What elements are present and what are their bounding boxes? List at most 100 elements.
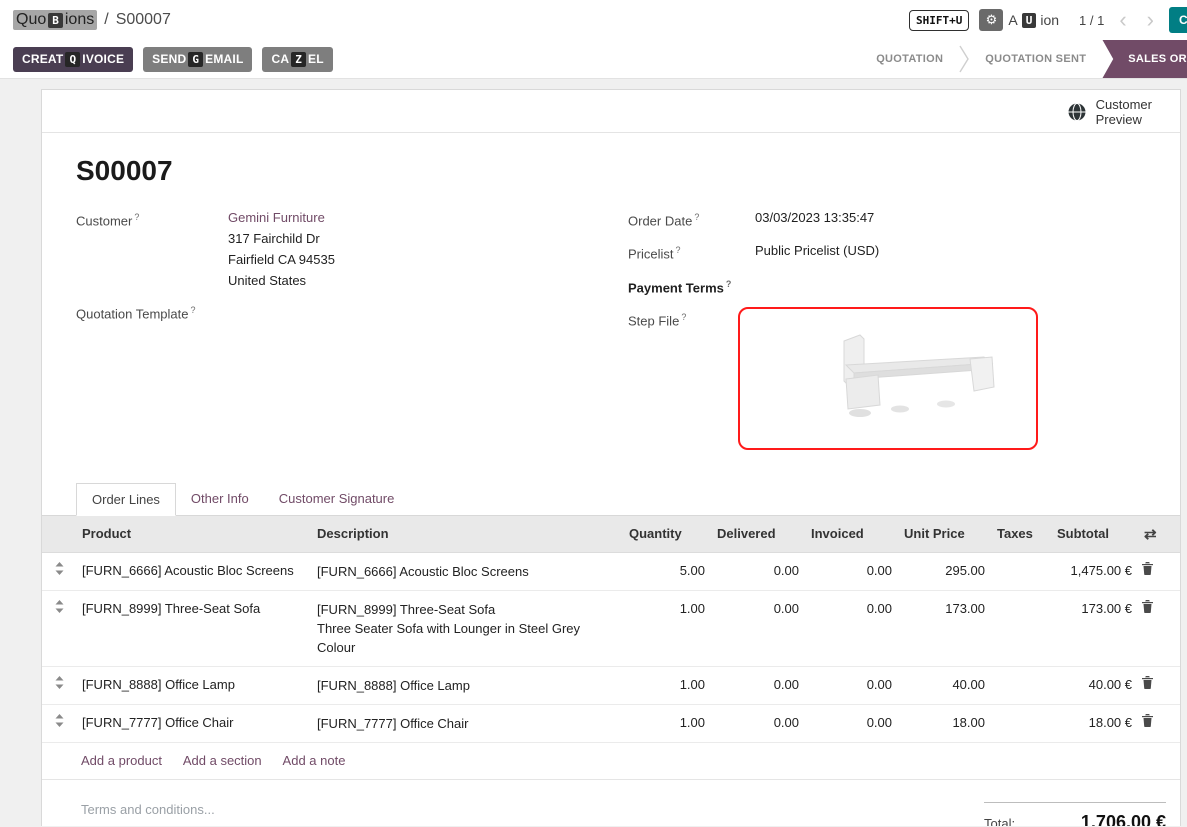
total-value: 1,706.00 € <box>1081 812 1166 826</box>
customer-link[interactable]: Gemini Furniture <box>228 210 325 225</box>
optional-columns-icon[interactable]: ⇄ <box>1144 526 1157 543</box>
help-icon: ? <box>134 212 139 222</box>
order-date-value[interactable]: 03/03/2023 13:35:47 <box>755 207 874 228</box>
payment-terms-label: Payment Terms? <box>628 274 755 298</box>
description-cell[interactable]: [FURN_7777] Office Chair <box>311 704 623 742</box>
drag-handle-icon[interactable] <box>55 600 64 613</box>
field-column-right: Order Date? 03/03/2023 13:35:47 Pricelis… <box>611 207 1146 459</box>
help-icon: ? <box>676 245 681 255</box>
quantity-cell[interactable]: 5.00 <box>623 552 711 590</box>
unit-price-cell[interactable]: 18.00 <box>898 704 991 742</box>
delete-row-icon[interactable] <box>1142 676 1153 689</box>
delivered-cell[interactable]: 0.00 <box>711 704 805 742</box>
accesskey-badge-quotations: B <box>48 13 63 28</box>
status-step-sales-order[interactable]: SALES ORDER <box>1102 40 1187 79</box>
top-bar: Quo B ions / S00007 SHIFT+U ⚙ A U ion 1 … <box>0 0 1187 40</box>
tab-order-lines[interactable]: Order Lines <box>76 483 176 516</box>
accesskey-badge-cancel: Z <box>291 52 306 67</box>
col-header-description: Description <box>311 516 623 553</box>
order-line-row: [FURN_6666] Acoustic Bloc Screens [FURN_… <box>42 552 1181 590</box>
status-step-quotation-sent[interactable]: QUOTATION SENT <box>969 40 1102 79</box>
action-menu-button[interactable]: ⚙ A U ion <box>979 9 1059 31</box>
invoiced-cell[interactable]: 0.00 <box>805 552 898 590</box>
drag-handle-icon[interactable] <box>55 562 64 575</box>
delete-row-icon[interactable] <box>1142 600 1153 613</box>
terms-placeholder[interactable]: Terms and conditions... <box>81 802 215 817</box>
send-email-button[interactable]: SENDGEMAIL <box>143 47 252 72</box>
pricelist-value[interactable]: Public Pricelist (USD) <box>755 240 879 261</box>
col-header-delivered: Delivered <box>711 516 805 553</box>
create-invoice-button[interactable]: CREATQIVOICE <box>13 47 133 72</box>
taxes-cell[interactable] <box>991 552 1051 590</box>
product-cell[interactable]: [FURN_6666] Acoustic Bloc Screens <box>76 552 311 590</box>
delivered-cell[interactable]: 0.00 <box>711 552 805 590</box>
col-header-subtotal: Subtotal <box>1051 516 1138 553</box>
subtotal-cell: 40.00 € <box>1051 666 1138 704</box>
breadcrumb: Quo B ions / S00007 <box>13 10 171 30</box>
cancel-text: CA <box>271 52 289 66</box>
description-cell[interactable]: [FURN_6666] Acoustic Bloc Screens <box>311 552 623 590</box>
pricelist-label: Pricelist? <box>628 240 755 264</box>
tab-other-info[interactable]: Other Info <box>176 483 264 515</box>
order-total: Total: 1,706.00 € <box>984 802 1166 826</box>
pager-next-icon[interactable]: › <box>1142 10 1159 30</box>
breadcrumb-parent-text-2: ions <box>65 11 94 29</box>
description-cell[interactable]: [FURN_8888] Office Lamp <box>311 666 623 704</box>
invoiced-cell[interactable]: 0.00 <box>805 666 898 704</box>
tab-customer-signature[interactable]: Customer Signature <box>264 483 410 515</box>
customer-preview-button[interactable]: Customer Preview <box>1067 97 1152 127</box>
delete-row-icon[interactable] <box>1142 714 1153 727</box>
globe-icon <box>1067 102 1087 122</box>
quantity-cell[interactable]: 1.00 <box>623 704 711 742</box>
unit-price-cell[interactable]: 173.00 <box>898 590 991 666</box>
quantity-cell[interactable]: 1.00 <box>623 666 711 704</box>
delete-row-icon[interactable] <box>1142 562 1153 575</box>
invoiced-cell[interactable]: 0.00 <box>805 590 898 666</box>
quotation-template-label: Quotation Template? <box>76 300 228 324</box>
pager-previous-icon[interactable]: ‹ <box>1114 10 1131 30</box>
field-group: Customer? Gemini Furniture 317 Fairchild… <box>42 187 1180 459</box>
help-icon: ? <box>681 312 686 322</box>
help-icon: ? <box>191 305 196 315</box>
drag-handle-icon[interactable] <box>55 676 64 689</box>
unit-price-cell[interactable]: 295.00 <box>898 552 991 590</box>
product-cell[interactable]: [FURN_7777] Office Chair <box>76 704 311 742</box>
step-file-3d-render <box>748 313 1028 443</box>
col-header-taxes: Taxes <box>991 516 1051 553</box>
add-a-product-link[interactable]: Add a product <box>81 753 162 768</box>
step-file-image[interactable] <box>738 307 1038 450</box>
clipped-create-button[interactable]: Cl <box>1169 7 1187 33</box>
customer-field: Customer? Gemini Furniture 317 Fairchild… <box>76 207 611 291</box>
cancel-text-2: EL <box>308 52 324 66</box>
quotation-template-field: Quotation Template? <box>76 300 611 324</box>
unit-price-cell[interactable]: 40.00 <box>898 666 991 704</box>
breadcrumb-quotations-link[interactable]: Quo B ions <box>13 10 97 30</box>
order-lines-table: Product Description Quantity Delivered I… <box>42 516 1181 780</box>
product-cell[interactable]: [FURN_8888] Office Lamp <box>76 666 311 704</box>
drag-handle-icon[interactable] <box>55 714 64 727</box>
action-bar: CREATQIVOICE SENDGEMAIL CAZEL QUOTATION … <box>0 40 1187 79</box>
taxes-cell[interactable] <box>991 590 1051 666</box>
invoiced-cell[interactable]: 0.00 <box>805 704 898 742</box>
add-a-section-link[interactable]: Add a section <box>183 753 262 768</box>
taxes-cell[interactable] <box>991 666 1051 704</box>
delivered-cell[interactable]: 0.00 <box>711 666 805 704</box>
order-line-row: [FURN_7777] Office Chair [FURN_7777] Off… <box>42 704 1181 742</box>
status-step-quotation[interactable]: QUOTATION <box>860 40 959 79</box>
add-a-note-link[interactable]: Add a note <box>283 753 346 768</box>
pricelist-field: Pricelist? Public Pricelist (USD) <box>628 240 1146 264</box>
quantity-cell[interactable]: 1.00 <box>623 590 711 666</box>
col-header-handle <box>42 516 76 553</box>
col-header-product: Product <box>76 516 311 553</box>
customer-preview-label: Customer Preview <box>1096 97 1152 127</box>
breadcrumb-parent-text: Quo <box>16 11 46 29</box>
taxes-cell[interactable] <box>991 704 1051 742</box>
delivered-cell[interactable]: 0.00 <box>711 590 805 666</box>
payment-terms-field: Payment Terms? <box>628 274 1146 298</box>
create-invoice-text: CREAT <box>22 52 63 66</box>
form-sheet: Customer Preview S00007 Customer? Gemini… <box>41 89 1181 826</box>
cancel-button[interactable]: CAZEL <box>262 47 332 72</box>
subtotal-cell: 18.00 € <box>1051 704 1138 742</box>
product-cell[interactable]: [FURN_8999] Three-Seat Sofa <box>76 590 311 666</box>
description-cell[interactable]: [FURN_8999] Three-Seat Sofa Three Seater… <box>311 590 623 666</box>
